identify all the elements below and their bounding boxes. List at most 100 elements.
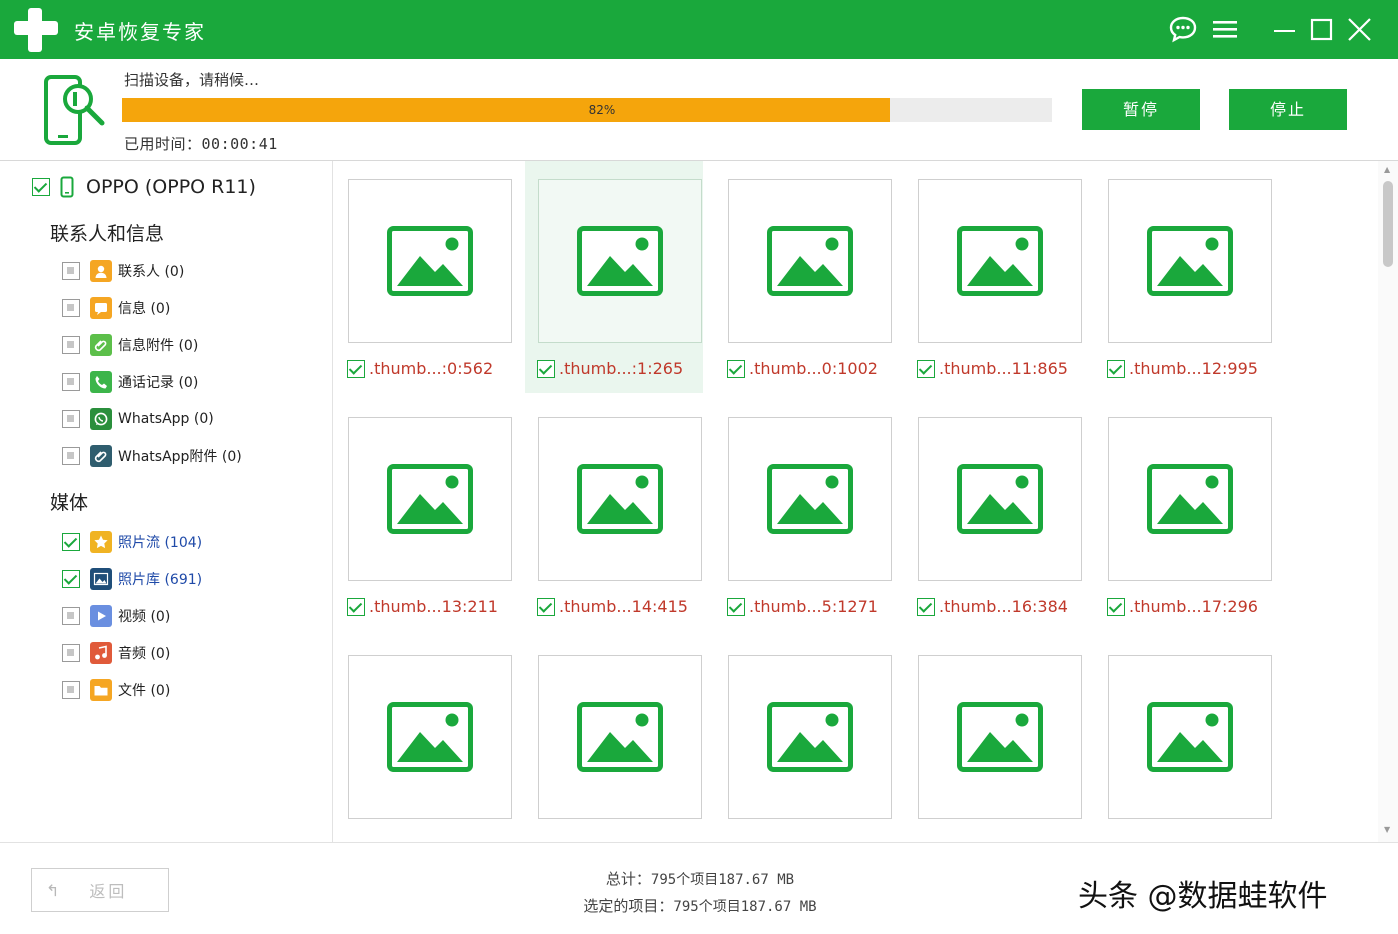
category-audio[interactable]: 音频 (0) [62, 640, 170, 666]
category-checkbox[interactable] [62, 299, 80, 317]
category-contact[interactable]: 联系人 (0) [62, 258, 184, 284]
category-folder[interactable]: 文件 (0) [62, 677, 170, 703]
thumbnail-preview[interactable] [348, 655, 512, 819]
category-checkbox[interactable] [62, 447, 80, 465]
minimize-icon[interactable] [1268, 13, 1300, 45]
thumbnail-label: .thumb...5:1271 [727, 597, 878, 616]
scroll-up-icon[interactable]: ▲ [1384, 165, 1390, 174]
thumbnail-preview[interactable] [1108, 655, 1272, 819]
grid-scrollbar[interactable]: ▲ ▼ [1378, 161, 1398, 842]
stop-button[interactable]: 停止 [1229, 89, 1347, 130]
image-placeholder-icon [577, 464, 663, 534]
watermark-text: 头条 @数据蛙软件 [1078, 879, 1328, 914]
thumbnail-checkbox[interactable] [917, 359, 935, 378]
thumbnail-preview[interactable] [918, 417, 1082, 581]
category-message[interactable]: 信息 (0) [62, 295, 170, 321]
phone-call-icon [90, 371, 112, 393]
thumbnail-preview[interactable] [348, 179, 512, 343]
category-checkbox[interactable] [62, 644, 80, 662]
thumbnail-checkbox[interactable] [917, 597, 935, 616]
thumbnail-tile[interactable]: .thumb...:0:562 [335, 161, 513, 393]
scroll-down-icon[interactable]: ▼ [1384, 825, 1390, 834]
photo-library-icon [90, 568, 112, 590]
thumbnail-tile[interactable]: .thumb...0:1002 [715, 161, 893, 393]
thumbnail-tile[interactable] [905, 637, 1083, 842]
thumbnail-tile[interactable]: .thumb...13:211 [335, 399, 513, 631]
category-photo-library[interactable]: 照片库 (691) [62, 566, 202, 592]
thumbnail-preview[interactable] [348, 417, 512, 581]
device-checkbox[interactable] [32, 178, 50, 196]
category-photo-stream[interactable]: 照片流 (104) [62, 529, 202, 555]
thumbnail-label: .thumb...:1:265 [537, 359, 683, 378]
thumbnail-preview[interactable] [728, 417, 892, 581]
category-checkbox[interactable] [62, 607, 80, 625]
scroll-thumb[interactable] [1383, 181, 1393, 267]
thumbnail-checkbox[interactable] [727, 597, 745, 616]
category-checkbox[interactable] [62, 533, 80, 551]
device-name: OPPO (OPPO R11) [86, 176, 256, 198]
image-placeholder-icon [577, 226, 663, 296]
thumbnail-preview[interactable] [918, 179, 1082, 343]
category-whatsapp[interactable]: WhatsApp (0) [62, 406, 214, 432]
thumbnail-label: .thumb...13:211 [347, 597, 498, 616]
feedback-chat-icon[interactable] [1167, 13, 1199, 45]
category-whatsapp-attachment[interactable]: WhatsApp附件 (0) [62, 443, 242, 469]
footer-bar: ↰ 返回 总计：795个项目187.67 MB 选定的项目：795个项目187.… [0, 842, 1398, 934]
thumbnail-label: .thumb...12:995 [1107, 359, 1258, 378]
maximize-icon[interactable] [1305, 13, 1337, 45]
category-checkbox[interactable] [62, 336, 80, 354]
thumbnail-tile[interactable] [335, 637, 513, 842]
thumbnail-tile[interactable]: .thumb...:1:265 [525, 161, 703, 393]
back-button[interactable]: ↰ 返回 [31, 868, 169, 912]
category-checkbox[interactable] [62, 410, 80, 428]
thumbnail-label: .thumb...:0:562 [347, 359, 493, 378]
thumbnail-checkbox[interactable] [347, 597, 365, 616]
category-checkbox[interactable] [62, 373, 80, 391]
category-label: 音频 (0) [118, 646, 171, 662]
category-phone-call[interactable]: 通话记录 (0) [62, 369, 198, 395]
menu-icon[interactable] [1209, 13, 1241, 45]
thumbnail-checkbox[interactable] [727, 359, 745, 378]
category-checkbox[interactable] [62, 681, 80, 699]
thumbnail-preview[interactable] [1108, 417, 1272, 581]
thumbnail-preview[interactable] [918, 655, 1082, 819]
thumbnail-tile[interactable] [525, 637, 703, 842]
thumbnail-tile[interactable] [1095, 637, 1273, 842]
thumbnail-preview[interactable] [538, 655, 702, 819]
category-checkbox[interactable] [62, 262, 80, 280]
elapsed-time-value: 00:00:41 [201, 135, 278, 153]
thumbnail-tile[interactable]: .thumb...12:995 [1095, 161, 1273, 393]
pause-button[interactable]: 暂停 [1082, 89, 1200, 130]
category-video[interactable]: 视频 (0) [62, 603, 170, 629]
category-label: 照片流 (104) [118, 535, 203, 551]
category-attachment[interactable]: 信息附件 (0) [62, 332, 198, 358]
thumbnail-checkbox[interactable] [1107, 597, 1125, 616]
thumbnail-checkbox[interactable] [537, 597, 555, 616]
category-label: 联系人 (0) [118, 264, 185, 280]
thumbnail-tile[interactable]: .thumb...14:415 [525, 399, 703, 631]
elapsed-time: 已用时间：00:00:41 [124, 133, 278, 154]
thumbnail-tile[interactable] [715, 637, 893, 842]
thumbnail-preview[interactable] [538, 179, 702, 343]
thumbnail-preview[interactable] [1108, 179, 1272, 343]
image-placeholder-icon [957, 464, 1043, 534]
thumbnail-tile[interactable]: .thumb...11:865 [905, 161, 1083, 393]
image-placeholder-icon [387, 702, 473, 772]
category-checkbox[interactable] [62, 570, 80, 588]
thumbnail-filename: .thumb...:0:562 [369, 359, 494, 378]
device-row[interactable]: OPPO (OPPO R11) [32, 174, 256, 200]
thumbnail-tile[interactable]: .thumb...17:296 [1095, 399, 1273, 631]
thumbnail-checkbox[interactable] [347, 359, 365, 378]
whatsapp-attachment-icon [90, 445, 112, 467]
thumbnail-preview[interactable] [728, 655, 892, 819]
thumbnail-tile[interactable]: .thumb...5:1271 [715, 399, 893, 631]
selected-value: 795个项目187.67 MB [673, 899, 817, 915]
thumbnail-preview[interactable] [538, 417, 702, 581]
thumbnail-checkbox[interactable] [537, 359, 555, 378]
close-icon[interactable] [1343, 13, 1375, 45]
thumbnail-preview[interactable] [728, 179, 892, 343]
thumbnail-tile[interactable]: .thumb...16:384 [905, 399, 1083, 631]
thumbnail-checkbox[interactable] [1107, 359, 1125, 378]
section-contacts-messages: 联系人和信息 [50, 223, 165, 245]
thumbnail-label: .thumb...11:865 [917, 359, 1068, 378]
